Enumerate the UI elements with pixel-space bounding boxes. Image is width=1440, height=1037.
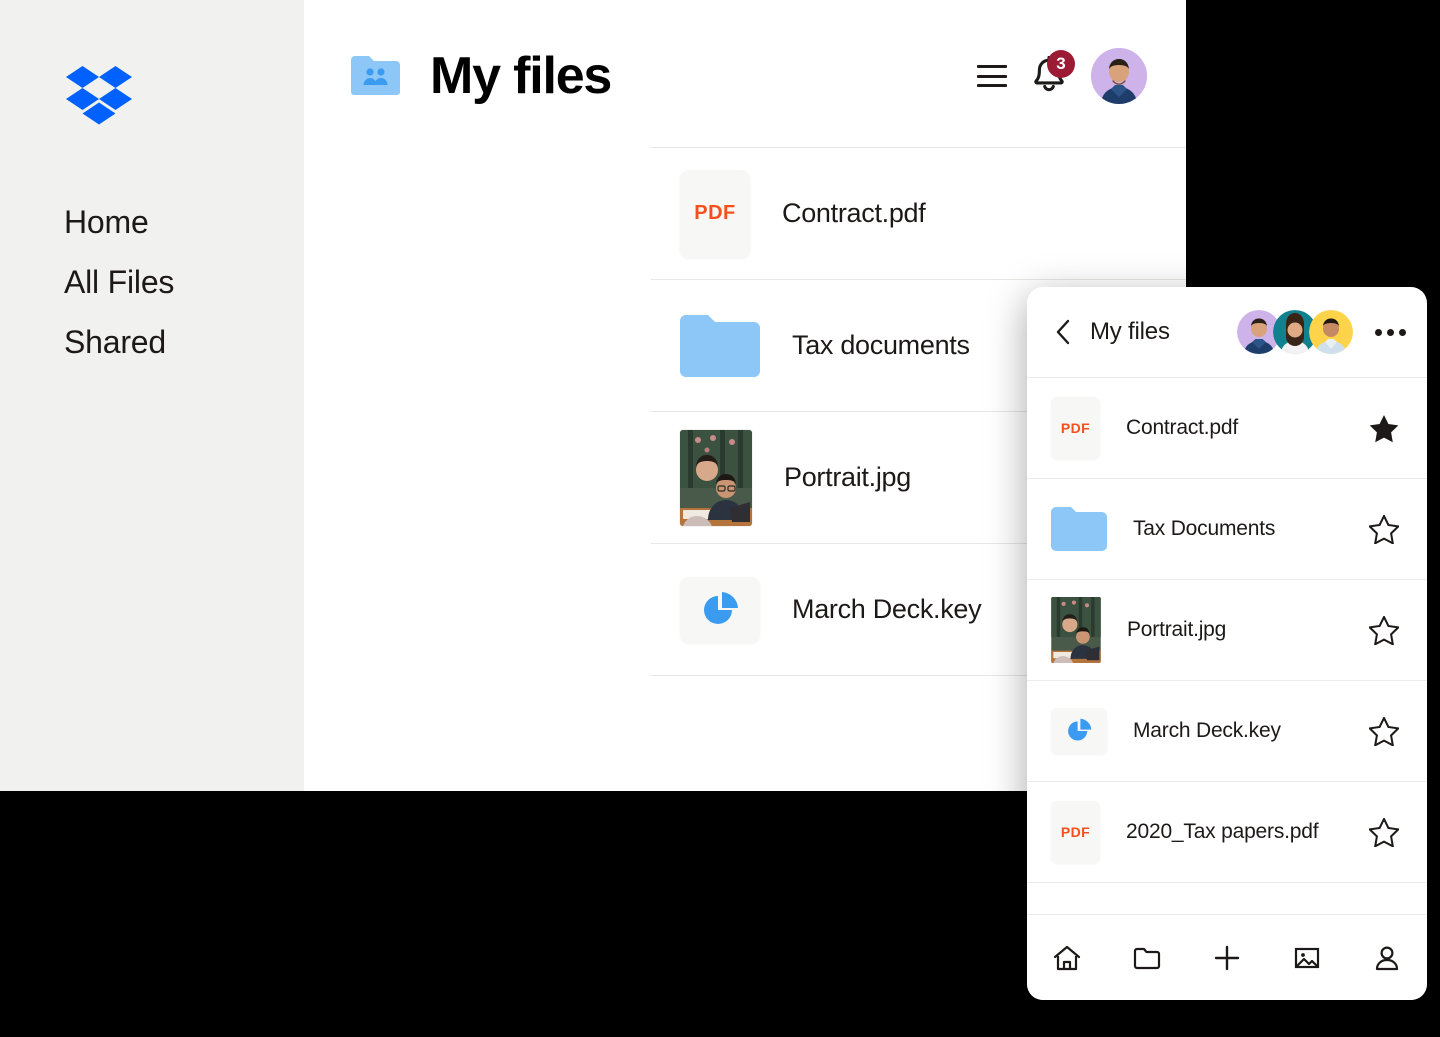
list-bottom-divider (1027, 882, 1427, 883)
page-title: My files (430, 50, 611, 102)
mobile-header-actions (1237, 310, 1412, 354)
sidebar-item-label: Home (64, 204, 149, 240)
list-item[interactable]: Tax Documents (1027, 478, 1427, 579)
topbar-actions: 3 (977, 48, 1147, 104)
screenshot-root: Home All Files Shared (0, 0, 1440, 1037)
hamburger-menu-icon[interactable] (977, 65, 1007, 87)
pdf-label: PDF (1061, 824, 1090, 840)
sidebar-item-shared[interactable]: Shared (64, 312, 174, 372)
sidebar: Home All Files Shared (0, 0, 304, 791)
file-name: Contract.pdf (1126, 416, 1238, 440)
list-item[interactable]: PDF Contract.pdf (1027, 377, 1427, 478)
shared-folder-icon (351, 56, 400, 96)
sidebar-item-all-files[interactable]: All Files (64, 252, 174, 312)
dropbox-logo-icon[interactable] (66, 66, 132, 128)
star-outline-icon[interactable] (1369, 818, 1399, 847)
pdf-file-icon: PDF (1051, 801, 1100, 863)
folder-icon[interactable] (1130, 941, 1164, 975)
mobile-avatar-group (1237, 310, 1353, 354)
folder-icon (680, 315, 760, 377)
file-name: Contract.pdf (782, 198, 925, 229)
more-options-icon[interactable] (1369, 321, 1412, 344)
image-icon[interactable] (1290, 941, 1324, 975)
star-outline-icon[interactable] (1369, 515, 1399, 544)
file-name: March Deck.key (792, 594, 981, 625)
list-item[interactable]: PDF 2020_Tax papers.pdf (1027, 781, 1427, 882)
sidebar-item-label: Shared (64, 324, 166, 360)
user-avatar[interactable] (1091, 48, 1147, 104)
star-filled-icon[interactable] (1369, 414, 1399, 443)
plus-icon[interactable] (1210, 941, 1244, 975)
notification-badge: 3 (1047, 50, 1075, 78)
mobile-header: My files (1027, 287, 1427, 377)
sidebar-item-label: All Files (64, 264, 174, 300)
mobile-tabbar (1027, 914, 1427, 1000)
keynote-pie-icon (680, 577, 760, 643)
star-outline-icon[interactable] (1369, 717, 1399, 746)
keynote-pie-icon (1051, 708, 1107, 754)
folder-icon (1051, 507, 1107, 551)
avatar[interactable] (1309, 310, 1353, 354)
topbar: My files 3 (351, 34, 1147, 118)
file-name: 2020_Tax papers.pdf (1126, 820, 1318, 844)
person-icon[interactable] (1370, 941, 1404, 975)
chevron-left-icon[interactable] (1055, 319, 1071, 345)
notification-bell-icon[interactable]: 3 (1031, 56, 1067, 96)
photo-thumbnail-icon (1051, 597, 1101, 663)
list-item[interactable]: March Deck.key (1027, 680, 1427, 781)
mobile-file-list: PDF Contract.pdf Tax Documents (1027, 377, 1427, 883)
mobile-panel: My files (1027, 287, 1427, 1000)
home-icon[interactable] (1050, 941, 1084, 975)
desktop-window: Home All Files Shared (0, 0, 1186, 791)
pdf-file-icon: PDF (680, 170, 750, 258)
photo-thumbnail-icon (680, 430, 752, 526)
pdf-file-icon: PDF (1051, 397, 1100, 459)
list-item[interactable]: Portrait.jpg (1027, 579, 1427, 680)
table-row[interactable]: PDF Contract.pdf RD JA WJ (651, 148, 1186, 280)
file-name: Portrait.jpg (1127, 618, 1226, 642)
pdf-label: PDF (1061, 420, 1090, 436)
file-name: Portrait.jpg (784, 462, 911, 493)
star-outline-icon[interactable] (1369, 616, 1399, 645)
mobile-title: My files (1090, 318, 1170, 346)
file-name: Tax Documents (1133, 517, 1275, 541)
file-name: March Deck.key (1133, 719, 1281, 743)
sidebar-item-home[interactable]: Home (64, 192, 174, 252)
pdf-label: PDF (694, 202, 736, 225)
sidebar-nav: Home All Files Shared (64, 192, 174, 372)
file-name: Tax documents (792, 330, 970, 361)
